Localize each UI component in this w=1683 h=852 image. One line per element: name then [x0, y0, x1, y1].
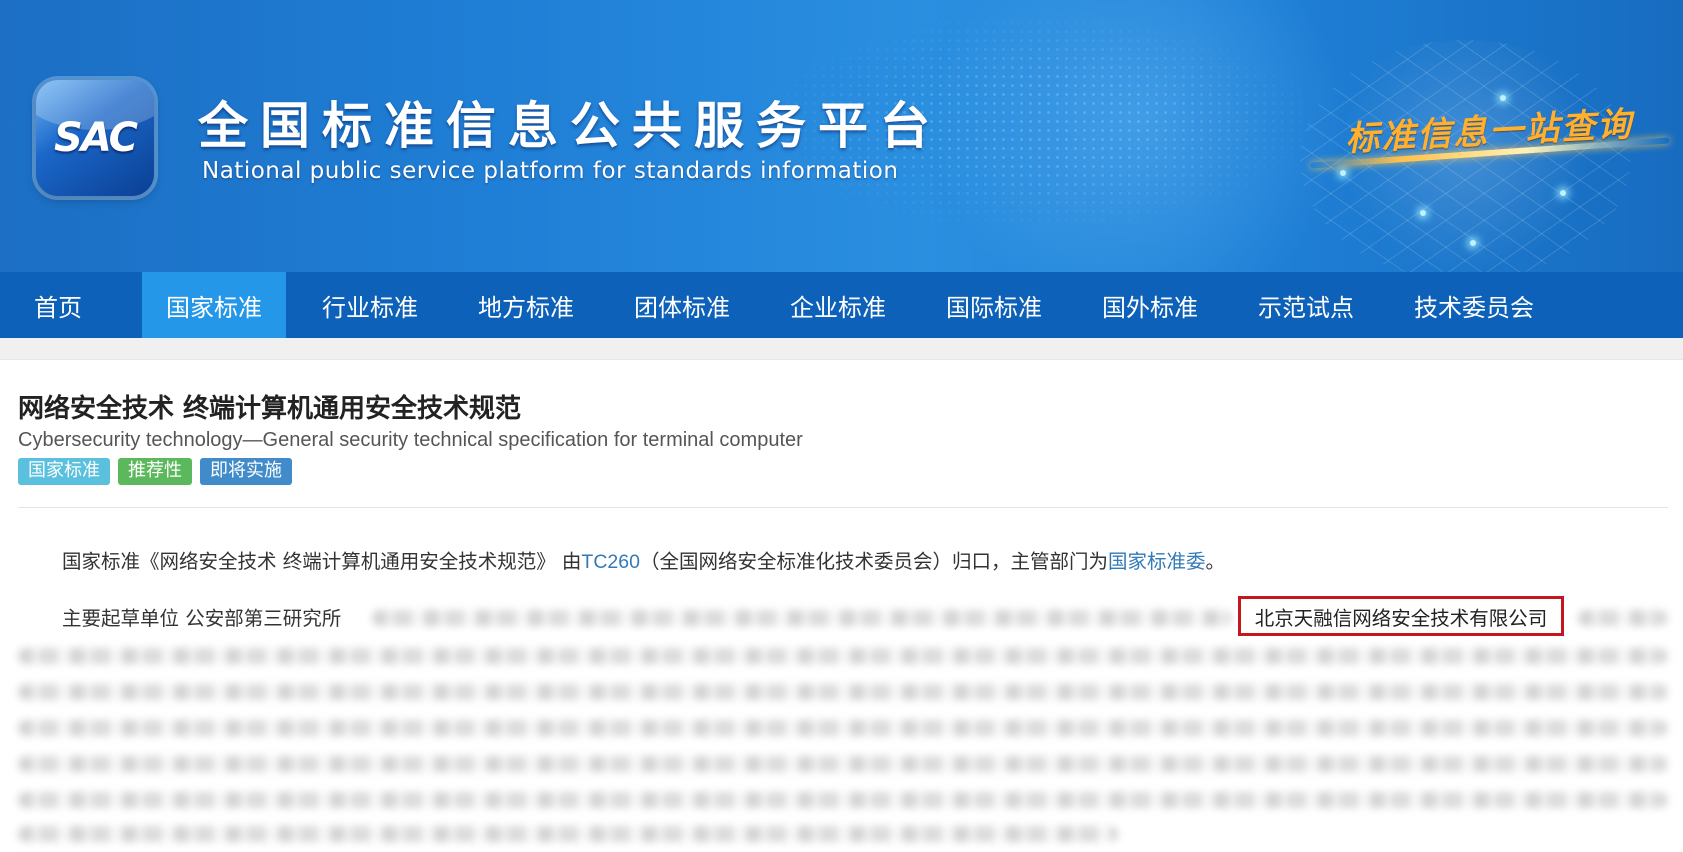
nav-item-national-standards[interactable]: 国家标准 [142, 272, 286, 338]
nav-item-international-standards[interactable]: 国际标准 [922, 272, 1066, 338]
summary-middle: （全国网络安全标准化技术委员会）归口，主管部门为 [639, 550, 1108, 573]
redacted-text [1578, 610, 1668, 626]
globe-light-dot [1420, 210, 1426, 216]
redacted-text [18, 720, 1668, 736]
divider [18, 507, 1668, 508]
redacted-text [18, 792, 1668, 808]
redacted-text [18, 684, 1668, 700]
nav-item-pilot-demo[interactable]: 示范试点 [1234, 272, 1378, 338]
redacted-text [372, 610, 1232, 626]
standard-tags: 国家标准 推荐性 即将实施 [18, 458, 292, 485]
globe-light-dot [1560, 190, 1566, 196]
nav-item-technical-committee[interactable]: 技术委员会 [1390, 272, 1558, 338]
sac-logo[interactable]: SAC [36, 80, 154, 196]
tag-national-standard: 国家标准 [18, 458, 110, 485]
drafters-label: 主要起草单位 公安部第三研究所 [62, 607, 342, 630]
section-separator [0, 338, 1683, 360]
standard-title-cn: 网络安全技术 终端计算机通用安全技术规范 [18, 394, 522, 424]
main-nav: 首页 国家标准 行业标准 地方标准 团体标准 企业标准 国际标准 国外标准 示范… [0, 272, 1683, 338]
nav-item-enterprise-standards[interactable]: 企业标准 [766, 272, 910, 338]
standard-title-en: Cybersecurity technology—General securit… [18, 429, 803, 451]
nav-item-group-standards[interactable]: 团体标准 [610, 272, 754, 338]
summary-prefix: 国家标准《网络安全技术 终端计算机通用安全技术规范》 由 [62, 550, 582, 573]
redacted-text [18, 826, 1118, 842]
nav-item-industry-standards[interactable]: 行业标准 [298, 272, 442, 338]
redacted-text [18, 648, 1668, 664]
site-subtitle: National public service platform for sta… [202, 158, 899, 184]
nav-item-local-standards[interactable]: 地方标准 [454, 272, 598, 338]
tag-recommended: 推荐性 [118, 458, 192, 485]
standard-summary: 国家标准《网络安全技术 终端计算机通用安全技术规范》 由TC260（全国网络安全… [62, 545, 1225, 574]
globe-light-dot [1340, 170, 1346, 176]
globe-light-dot [1470, 240, 1476, 246]
tc-link[interactable]: TC260 [581, 551, 640, 573]
summary-suffix: 。 [1205, 550, 1225, 573]
site-banner: SAC 全国标准信息公共服务平台 National public service… [0, 0, 1683, 272]
globe-light-dot [1500, 95, 1506, 101]
logo-text: SAC [54, 115, 138, 161]
nav-item-foreign-standards[interactable]: 国外标准 [1078, 272, 1222, 338]
redacted-text [18, 756, 1668, 772]
department-link[interactable]: 国家标准委 [1108, 550, 1206, 573]
highlighted-drafter: 北京天融信网络安全技术有限公司 [1238, 596, 1564, 636]
tag-upcoming: 即将实施 [200, 458, 292, 485]
site-title: 全国标准信息公共服务平台 [198, 97, 942, 155]
nav-item-home[interactable]: 首页 [0, 272, 142, 338]
